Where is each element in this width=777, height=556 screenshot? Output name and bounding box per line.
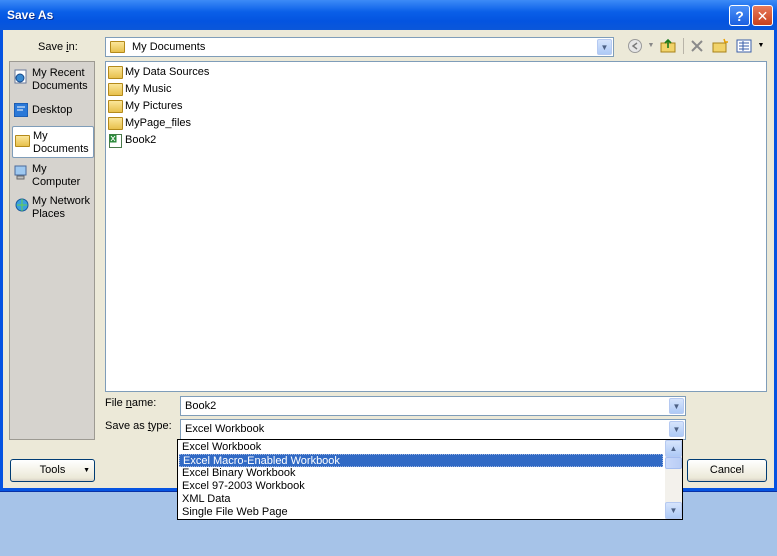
file-name-input[interactable]: Book2 ▼ bbox=[180, 396, 686, 416]
place-label: My Documents bbox=[33, 130, 89, 155]
place-recent-documents[interactable]: My Recent Documents bbox=[12, 64, 94, 96]
save-in-label: Save in: bbox=[38, 41, 78, 53]
toolbar-separator bbox=[683, 38, 684, 54]
places-bar: My Recent Documents Desktop My Documents M… bbox=[9, 61, 95, 440]
chevron-down-icon: ▼ bbox=[83, 467, 90, 474]
data-sources-folder-icon bbox=[108, 66, 123, 79]
recent-documents-icon bbox=[14, 69, 28, 84]
tools-button[interactable]: Tools ▼ bbox=[10, 459, 95, 482]
back-dropdown-icon[interactable]: ▼ bbox=[643, 38, 659, 54]
save-as-type-dropdown[interactable]: Excel Workbook Excel Macro-Enabled Workb… bbox=[177, 439, 683, 520]
chevron-down-icon[interactable]: ▼ bbox=[669, 421, 684, 437]
views-dropdown-icon[interactable]: ▼ bbox=[753, 38, 769, 54]
dropdown-option[interactable]: Single File Web Page bbox=[179, 506, 663, 519]
save-as-type-select[interactable]: Excel Workbook ▼ bbox=[180, 419, 686, 440]
chevron-down-icon[interactable]: ▼ bbox=[669, 398, 684, 414]
folder-icon bbox=[108, 117, 123, 130]
cancel-button[interactable]: Cancel bbox=[687, 459, 767, 482]
place-my-computer[interactable]: My Computer bbox=[12, 160, 94, 192]
network-places-icon bbox=[14, 197, 29, 212]
my-documents-icon bbox=[15, 135, 30, 147]
dialog-body: Save in: My Documents ▼ ▼ ▼ My Recent Do… bbox=[3, 30, 774, 488]
up-folder-icon[interactable] bbox=[660, 38, 676, 54]
place-label: Desktop bbox=[32, 104, 73, 116]
file-name-label: File name: bbox=[105, 397, 157, 409]
file-name-value: Book2 bbox=[185, 400, 217, 412]
help-button[interactable]: ? bbox=[729, 5, 750, 26]
save-as-type-value: Excel Workbook bbox=[185, 423, 265, 435]
file-list[interactable]: My Data Sources My Music My Pictures MyP… bbox=[105, 61, 767, 392]
place-my-documents[interactable]: My Documents bbox=[12, 126, 94, 158]
dropdown-scrollbar[interactable]: ▲ ▼ bbox=[665, 440, 682, 519]
place-network-places[interactable]: My Network Places bbox=[12, 192, 94, 224]
my-documents-icon bbox=[110, 41, 125, 53]
dropdown-option[interactable]: Excel Binary Workbook bbox=[179, 467, 663, 480]
chevron-down-icon[interactable]: ▼ bbox=[597, 39, 612, 55]
dropdown-option[interactable]: XML Data bbox=[179, 493, 663, 506]
tools-label: Tools bbox=[39, 464, 66, 476]
back-icon[interactable] bbox=[627, 38, 643, 54]
save-as-type-label: Save as type: bbox=[105, 420, 172, 432]
new-folder-icon[interactable] bbox=[712, 38, 728, 54]
desktop-icon bbox=[13, 102, 29, 118]
excel-file-icon bbox=[109, 134, 122, 148]
place-label: My Network Places bbox=[32, 195, 91, 220]
title-bar: Save As ? ✕ bbox=[0, 0, 777, 30]
scroll-up-icon[interactable]: ▲ bbox=[665, 440, 682, 457]
close-button[interactable]: ✕ bbox=[752, 5, 773, 26]
scroll-down-icon[interactable]: ▼ bbox=[665, 502, 682, 519]
delete-icon[interactable] bbox=[689, 38, 705, 54]
pictures-folder-icon bbox=[108, 100, 123, 113]
save-in-combo[interactable]: My Documents ▼ bbox=[105, 37, 614, 57]
save-in-value: My Documents bbox=[132, 41, 206, 53]
views-icon[interactable] bbox=[736, 38, 752, 54]
dropdown-option[interactable]: Excel 97-2003 Workbook bbox=[179, 480, 663, 493]
dropdown-option[interactable]: Excel Workbook bbox=[179, 441, 663, 454]
save-as-dialog: Save As ? ✕ Save in: My Documents ▼ ▼ ▼ bbox=[0, 0, 777, 492]
dialog-title: Save As bbox=[7, 8, 54, 22]
place-label: My Computer bbox=[32, 163, 81, 188]
music-folder-icon bbox=[108, 83, 123, 96]
place-label: My Recent Documents bbox=[32, 67, 88, 92]
scrollbar-thumb[interactable] bbox=[665, 457, 682, 469]
dropdown-option[interactable]: Excel Macro-Enabled Workbook bbox=[179, 454, 663, 467]
my-computer-icon bbox=[14, 165, 28, 180]
